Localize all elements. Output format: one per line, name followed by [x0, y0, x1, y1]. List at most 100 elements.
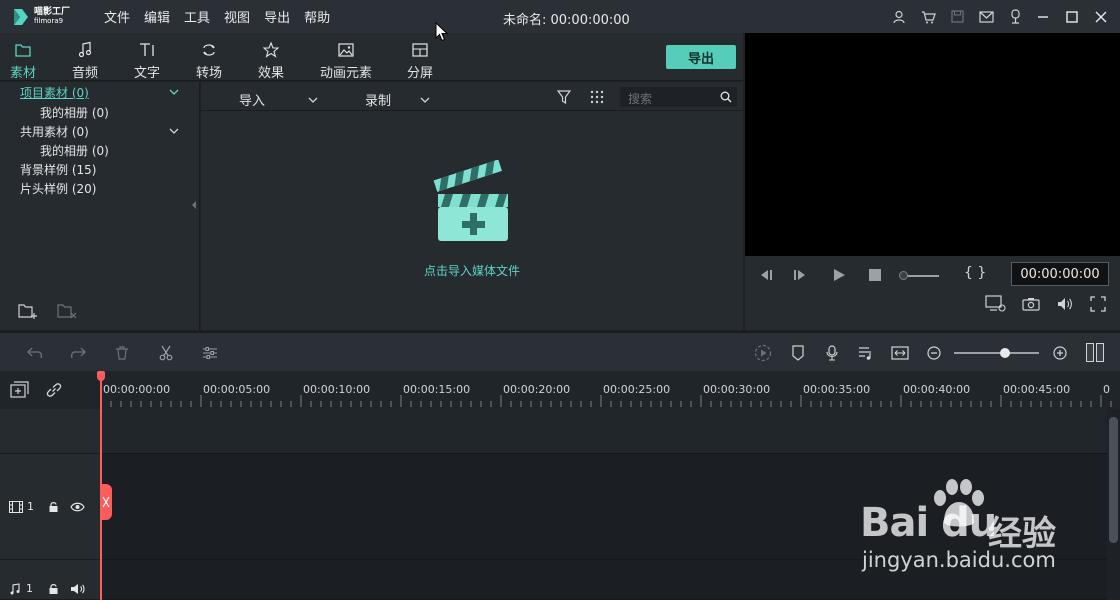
delete-icon[interactable] [113, 344, 131, 362]
tab-split-screen[interactable]: 分屏 [405, 33, 435, 81]
fullscreen-icon[interactable] [1090, 296, 1106, 312]
chevron-down-icon[interactable] [168, 86, 180, 98]
tab-text[interactable]: 文字 [132, 33, 162, 81]
search-input[interactable]: 搜索 [620, 87, 737, 107]
film-icon [9, 500, 23, 513]
library-item-my-album[interactable]: 我的相册 (0) [40, 104, 109, 121]
export-button[interactable]: 导出 [666, 45, 736, 69]
media-browser: 导入 录制 搜索 点击导入媒体文件 [201, 82, 743, 330]
watermark-logo-text: Bai du [860, 500, 997, 546]
search-icon[interactable] [720, 91, 732, 103]
clapperboard-import-icon[interactable] [433, 160, 513, 244]
library-item-intro-samples[interactable]: 片头样例 (20) [20, 180, 96, 197]
save-icon[interactable] [945, 5, 969, 29]
volume-icon[interactable] [1057, 297, 1073, 311]
download-icon[interactable] [1003, 5, 1027, 29]
snapshot-icon[interactable] [1022, 297, 1040, 311]
tab-media[interactable]: 素材 [8, 33, 38, 81]
maximize-icon [1066, 10, 1078, 23]
search-placeholder: 搜索 [628, 92, 653, 106]
menu-file[interactable]: 文件 [104, 7, 130, 26]
import-media-hint[interactable]: 点击导入媒体文件 [201, 262, 743, 279]
adjust-icon[interactable] [201, 344, 219, 362]
timeline-vertical-scrollbar[interactable] [1107, 409, 1120, 600]
app-logo: 喵影工厂 filmora9 [12, 7, 104, 26]
menu-help[interactable]: 帮助 [304, 7, 330, 26]
library-item-background-samples[interactable]: 背景样例 (15) [20, 161, 96, 178]
previous-frame-icon[interactable] [757, 268, 773, 282]
voiceover-list-icon[interactable] [857, 344, 875, 362]
speaker-icon[interactable] [70, 583, 86, 595]
tab-label: 音频 [71, 66, 98, 81]
menu-view[interactable]: 视图 [224, 7, 250, 26]
playhead-split-handle[interactable] [100, 484, 112, 520]
preview-timecode[interactable]: 00:00:00:00 [1011, 262, 1109, 286]
zoom-out-icon[interactable] [925, 344, 943, 362]
ruler-label: 00:00:20:00 [503, 383, 571, 396]
collapse-panel-icon[interactable] [191, 200, 197, 210]
record-dropdown[interactable]: 录制 [365, 90, 431, 109]
library-item-project-media[interactable]: 项目素材 (0) [20, 84, 89, 101]
ruler-label: 00:00:30:00 [703, 383, 771, 396]
chevron-down-icon[interactable] [168, 125, 180, 137]
delete-folder-icon[interactable] [57, 302, 77, 320]
empty-track[interactable] [100, 409, 1107, 454]
user-icon[interactable] [887, 5, 911, 29]
stop-icon[interactable] [869, 269, 881, 281]
maximize-button[interactable] [1059, 5, 1085, 29]
render-preview-icon[interactable] [754, 344, 772, 362]
zoom-slider-track[interactable] [954, 352, 1039, 354]
eye-icon[interactable] [70, 502, 85, 512]
title-bar: 喵影工厂 filmora9 文件 编辑 工具 视图 导出 帮助 未命名: 00:… [0, 0, 1120, 33]
microphone-icon[interactable] [823, 344, 841, 362]
timeline-ruler[interactable]: 00:00:00:00 00:00:05:00 00:00:10:00 00:0… [100, 371, 1120, 409]
lock-icon[interactable] [48, 583, 59, 595]
mouse-cursor-icon [435, 22, 448, 42]
image-icon [338, 43, 354, 57]
menu-export[interactable]: 导出 [264, 7, 290, 26]
browser-toolbar: 导入 录制 搜索 [201, 82, 743, 111]
zoom-in-icon[interactable] [1051, 344, 1069, 362]
add-track-icon[interactable] [10, 381, 30, 399]
minimize-icon [1038, 15, 1048, 18]
library-item-my-album-2[interactable]: 我的相册 (0) [40, 142, 109, 159]
tab-label: 分屏 [406, 66, 433, 81]
grid-view-icon[interactable] [590, 90, 604, 104]
filter-icon[interactable] [557, 90, 571, 104]
undo-icon[interactable] [26, 344, 44, 362]
cut-icon[interactable] [157, 344, 175, 362]
scrollbar-thumb[interactable] [1109, 417, 1118, 543]
menu-tools[interactable]: 工具 [184, 7, 210, 26]
redo-icon[interactable] [69, 344, 87, 362]
baidu-jingyan-watermark: Bai du 经验 jingyan.baidu.com [860, 478, 1100, 583]
ruler-label: 00:00:10:00 [303, 383, 371, 396]
ruler-label: 00:00:05:00 [203, 383, 271, 396]
tab-elements[interactable]: 动画元素 [318, 33, 374, 81]
panel-toggle-right[interactable] [1096, 343, 1104, 362]
minimize-button[interactable] [1030, 5, 1056, 29]
playback-progress-handle[interactable] [899, 271, 908, 280]
import-dropdown[interactable]: 导入 [239, 90, 319, 109]
logo-en-text: filmora9 [34, 16, 64, 25]
panel-toggle-left[interactable] [1086, 343, 1094, 362]
tab-effects[interactable]: 效果 [256, 33, 286, 81]
display-settings-icon[interactable] [985, 295, 1007, 313]
marker-icon[interactable] [789, 344, 807, 362]
new-folder-icon[interactable] [18, 302, 38, 320]
cart-icon[interactable] [916, 5, 940, 29]
link-icon[interactable] [45, 381, 63, 399]
tab-label: 效果 [257, 66, 284, 81]
tab-transition[interactable]: 转场 [194, 33, 224, 81]
play-icon[interactable] [832, 268, 846, 282]
menu-edit[interactable]: 编辑 [144, 7, 170, 26]
tab-audio[interactable]: 音频 [70, 33, 100, 81]
close-button[interactable] [1088, 5, 1114, 29]
library-item-shared-media[interactable]: 共用素材 (0) [20, 123, 89, 140]
next-frame-icon[interactable] [793, 268, 809, 282]
fit-timeline-icon[interactable] [891, 344, 909, 362]
zoom-slider-handle[interactable] [1000, 348, 1010, 358]
mail-icon[interactable] [974, 5, 998, 29]
mark-in-out-brackets[interactable]: { } [964, 265, 986, 281]
tab-label: 素材 [9, 66, 36, 81]
lock-icon[interactable] [48, 501, 59, 513]
